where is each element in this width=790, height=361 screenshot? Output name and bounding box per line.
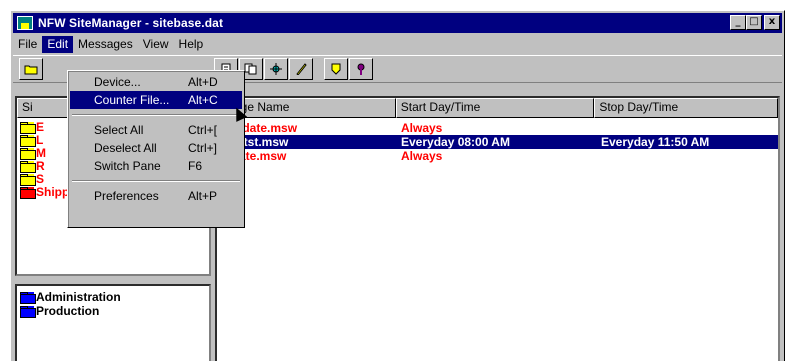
open-folder-icon [20,186,36,199]
open-folder-button[interactable] [19,58,43,80]
window-controls: _ □ x [730,15,780,30]
group-tree-pane[interactable]: Administration Production [15,284,211,361]
menu-item-device[interactable]: Device... Alt+D [70,73,242,91]
menu-item-switch-pane[interactable]: Switch Pane F6 [70,157,242,175]
table-row[interactable]: imate.msw Always [217,149,778,163]
column-header-start[interactable]: Start Day/Time [395,98,595,118]
edit-button[interactable] [289,58,313,80]
shield-icon [331,63,341,75]
pane-splitter[interactable] [15,276,211,284]
folder-icon [20,306,36,318]
tree-item-production[interactable]: Production [20,304,209,318]
folder-icon [20,134,36,147]
close-button[interactable]: x [764,15,780,30]
menu-view[interactable]: View [138,36,174,53]
folder-icon [20,147,36,160]
menu-separator [72,180,240,182]
menu-file[interactable]: File [13,36,42,53]
message-list-pane[interactable]: ssage Name Start Day/Time Stop Day/Time … [215,96,780,361]
settings-icon [270,63,282,75]
security-button[interactable] [324,58,348,80]
menu-edit[interactable]: Edit [42,35,74,53]
edit-menu-dropdown: Device... Alt+D Counter File... Alt+C Se… [67,70,245,228]
menu-separator [72,114,240,116]
column-header-stop[interactable]: Stop Day/Time [594,98,778,118]
maximize-button[interactable]: □ [746,15,762,30]
window-title: NFW SiteManager - sitebase.dat [38,16,224,30]
folder-icon [24,65,38,75]
table-row[interactable]: medate.msw Always [217,121,778,135]
key-button[interactable] [349,58,373,80]
pen-icon [296,63,307,75]
folder-icon [20,173,36,186]
app-window: NFW SiteManager - sitebase.dat _ □ x Fil… [10,10,785,361]
table-row-selected[interactable]: dthtst.msw Everyday 08:00 AM Everyday 11… [217,135,778,149]
menu-item-select-all[interactable]: Select All Ctrl+[ [70,121,242,139]
menu-item-deselect-all[interactable]: Deselect All Ctrl+] [70,139,242,157]
app-icon [17,16,33,30]
copy-doc-icon [244,63,257,75]
minimize-button[interactable]: _ [730,15,746,30]
menu-bar: File Edit Messages View Help [13,35,782,53]
title-bar[interactable]: NFW SiteManager - sitebase.dat _ □ x [13,13,782,33]
folder-icon [20,121,36,134]
menu-help[interactable]: Help [174,36,209,53]
folder-icon [20,160,36,173]
menu-item-counter-file[interactable]: Counter File... Alt+C [70,91,242,109]
menu-messages[interactable]: Messages [73,36,138,53]
tree-item-administration[interactable]: Administration [20,290,209,304]
menu-item-preferences[interactable]: Preferences Alt+P [70,187,242,205]
folder-icon [20,292,36,304]
key-icon [357,63,365,75]
settings-button[interactable] [264,58,288,80]
